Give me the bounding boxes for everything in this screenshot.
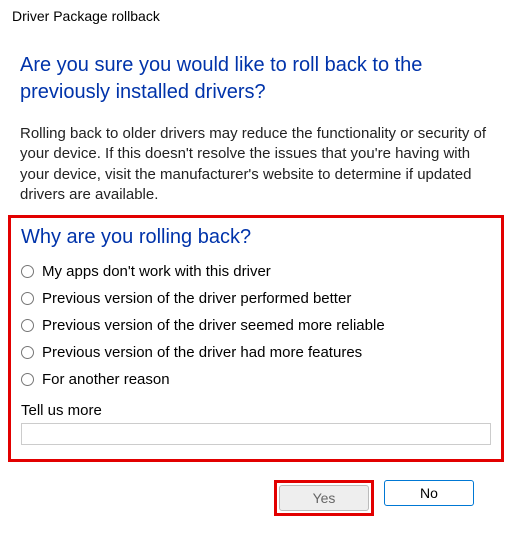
no-button[interactable]: No — [384, 480, 474, 506]
reason-radio-performed-better[interactable] — [21, 292, 34, 305]
reason-label: Previous version of the driver had more … — [42, 344, 362, 361]
reason-option[interactable]: For another reason — [21, 371, 491, 388]
reason-option[interactable]: Previous version of the driver performed… — [21, 290, 491, 307]
reason-option[interactable]: My apps don't work with this driver — [21, 263, 491, 280]
reason-radio-more-features[interactable] — [21, 346, 34, 359]
tellus-input[interactable] — [21, 423, 491, 445]
reason-label: Previous version of the driver performed… — [42, 290, 351, 307]
sub-heading: Why are you rolling back? — [21, 226, 491, 249]
reason-label: Previous version of the driver seemed mo… — [42, 317, 385, 334]
yes-button-highlight: Yes — [274, 480, 374, 516]
button-bar: Yes No — [20, 462, 492, 516]
reason-option[interactable]: Previous version of the driver had more … — [21, 344, 491, 361]
yes-button[interactable]: Yes — [279, 485, 369, 511]
dialog-content: Are you sure you would like to roll back… — [0, 28, 512, 516]
reason-radio-apps[interactable] — [21, 265, 34, 278]
reason-radio-other[interactable] — [21, 373, 34, 386]
reason-option[interactable]: Previous version of the driver seemed mo… — [21, 317, 491, 334]
main-heading: Are you sure you would like to roll back… — [20, 52, 492, 106]
reason-label: My apps don't work with this driver — [42, 263, 271, 280]
window-title: Driver Package rollback — [0, 0, 512, 28]
tellus-label: Tell us more — [21, 402, 491, 419]
reason-section-highlight: Why are you rolling back? My apps don't … — [8, 215, 504, 462]
reason-label: For another reason — [42, 371, 170, 388]
reason-radio-more-reliable[interactable] — [21, 319, 34, 332]
warning-text: Rolling back to older drivers may reduce… — [20, 124, 492, 205]
reason-radio-group: My apps don't work with this driver Prev… — [21, 263, 491, 388]
